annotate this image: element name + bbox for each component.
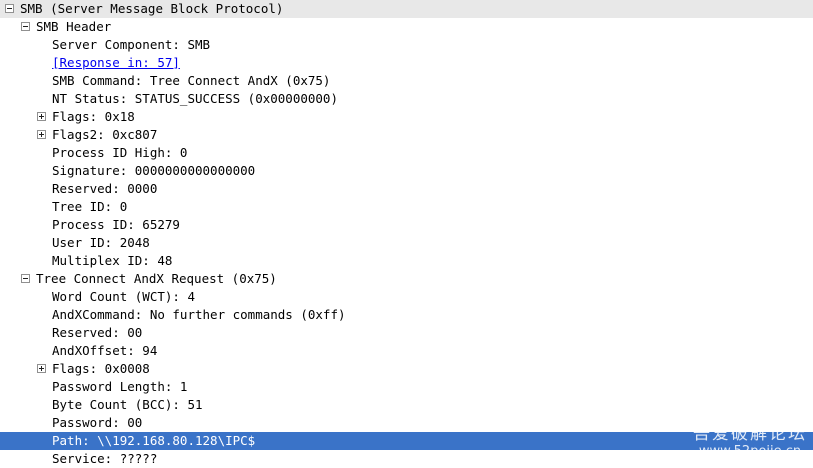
tree-row-andx-command[interactable]: AndXCommand: No further commands (0xff) (0, 306, 813, 324)
tree-row-label: Byte Count (BCC): 51 (52, 397, 203, 412)
tree-row-label: Multiplex ID: 48 (52, 253, 173, 268)
collapse-toggle-icon[interactable] (21, 274, 30, 283)
tree-row-smb-header[interactable]: SMB Header (0, 18, 813, 36)
tree-row-label: SMB Header (36, 19, 112, 34)
tree-row-label: Word Count (WCT): 4 (52, 289, 195, 304)
tree-row-label: Flags2: 0xc807 (52, 127, 158, 142)
tree-row-label: Reserved: 0000 (52, 181, 158, 196)
tree-row-label: Path: \\192.168.80.128\IPC$ (52, 433, 256, 448)
tree-row-nt-status[interactable]: NT Status: STATUS_SUCCESS (0x00000000) (0, 90, 813, 108)
tree-row-reserved[interactable]: Reserved: 00 (0, 324, 813, 342)
tree-row-response-in[interactable]: [Response in: 57] (0, 54, 813, 72)
tree-row-flags[interactable]: Flags: 0x18 (0, 108, 813, 126)
expand-toggle-icon[interactable] (37, 364, 46, 373)
tree-row-label: Process ID High: 0 (52, 145, 188, 160)
tree-row-password-length[interactable]: Password Length: 1 (0, 378, 813, 396)
expand-toggle-icon[interactable] (37, 130, 46, 139)
tree-row-label: Flags: 0x18 (52, 109, 135, 124)
tree-row-process-id[interactable]: Process ID: 65279 (0, 216, 813, 234)
tree-row-tree-connect-request[interactable]: Tree Connect AndX Request (0x75) (0, 270, 813, 288)
tree-row-label: Server Component: SMB (52, 37, 211, 52)
tree-row-process-id-high[interactable]: Process ID High: 0 (0, 144, 813, 162)
tree-row-flags2[interactable]: Flags2: 0xc807 (0, 126, 813, 144)
tree-row-user-id[interactable]: User ID: 2048 (0, 234, 813, 252)
tree-row-smb-command[interactable]: SMB Command: Tree Connect AndX (0x75) (0, 72, 813, 90)
packet-details-tree: SMB (Server Message Block Protocol) SMB … (0, 0, 813, 468)
tree-row-label: Signature: 0000000000000000 (52, 163, 256, 178)
expand-toggle-icon[interactable] (37, 112, 46, 121)
tree-row-label: SMB Command: Tree Connect AndX (0x75) (52, 73, 331, 88)
tree-row-label: NT Status: STATUS_SUCCESS (0x00000000) (52, 91, 338, 106)
tree-row-label: Flags: 0x0008 (52, 361, 150, 376)
tree-row-server-component[interactable]: Server Component: SMB (0, 36, 813, 54)
tree-row-password[interactable]: Password: 00 (0, 414, 813, 432)
tree-row-signature[interactable]: Signature: 0000000000000000 (0, 162, 813, 180)
tree-row-label: Tree ID: 0 (52, 199, 128, 214)
collapse-toggle-icon[interactable] (5, 4, 14, 13)
tree-row-multiplex-id[interactable]: Multiplex ID: 48 (0, 252, 813, 270)
tree-row-label: SMB (Server Message Block Protocol) (20, 1, 284, 16)
tree-row-label: AndXOffset: 94 (52, 343, 158, 358)
tree-row-reserved[interactable]: Reserved: 0000 (0, 180, 813, 198)
response-in-link[interactable]: [Response in: 57] (52, 54, 180, 72)
tree-row-label: Reserved: 00 (52, 325, 143, 340)
tree-row-label: AndXCommand: No further commands (0xff) (52, 307, 346, 322)
tree-row-label: Tree Connect AndX Request (0x75) (36, 271, 277, 286)
tree-row-flags[interactable]: Flags: 0x0008 (0, 360, 813, 378)
tree-row-label: User ID: 2048 (52, 235, 150, 250)
tree-row-label: Process ID: 65279 (52, 217, 180, 232)
tree-row-smb-root[interactable]: SMB (Server Message Block Protocol) (0, 0, 813, 18)
tree-row-word-count[interactable]: Word Count (WCT): 4 (0, 288, 813, 306)
tree-row-byte-count[interactable]: Byte Count (BCC): 51 (0, 396, 813, 414)
tree-row-service[interactable]: Service: ????? (0, 450, 813, 468)
tree-row-label: Service: ????? (52, 451, 158, 466)
collapse-toggle-icon[interactable] (21, 22, 30, 31)
tree-row-label: Password Length: 1 (52, 379, 188, 394)
tree-row-andx-offset[interactable]: AndXOffset: 94 (0, 342, 813, 360)
tree-row-tree-id[interactable]: Tree ID: 0 (0, 198, 813, 216)
tree-row-path-selected[interactable]: Path: \\192.168.80.128\IPC$ (0, 432, 813, 450)
tree-row-label: Password: 00 (52, 415, 143, 430)
